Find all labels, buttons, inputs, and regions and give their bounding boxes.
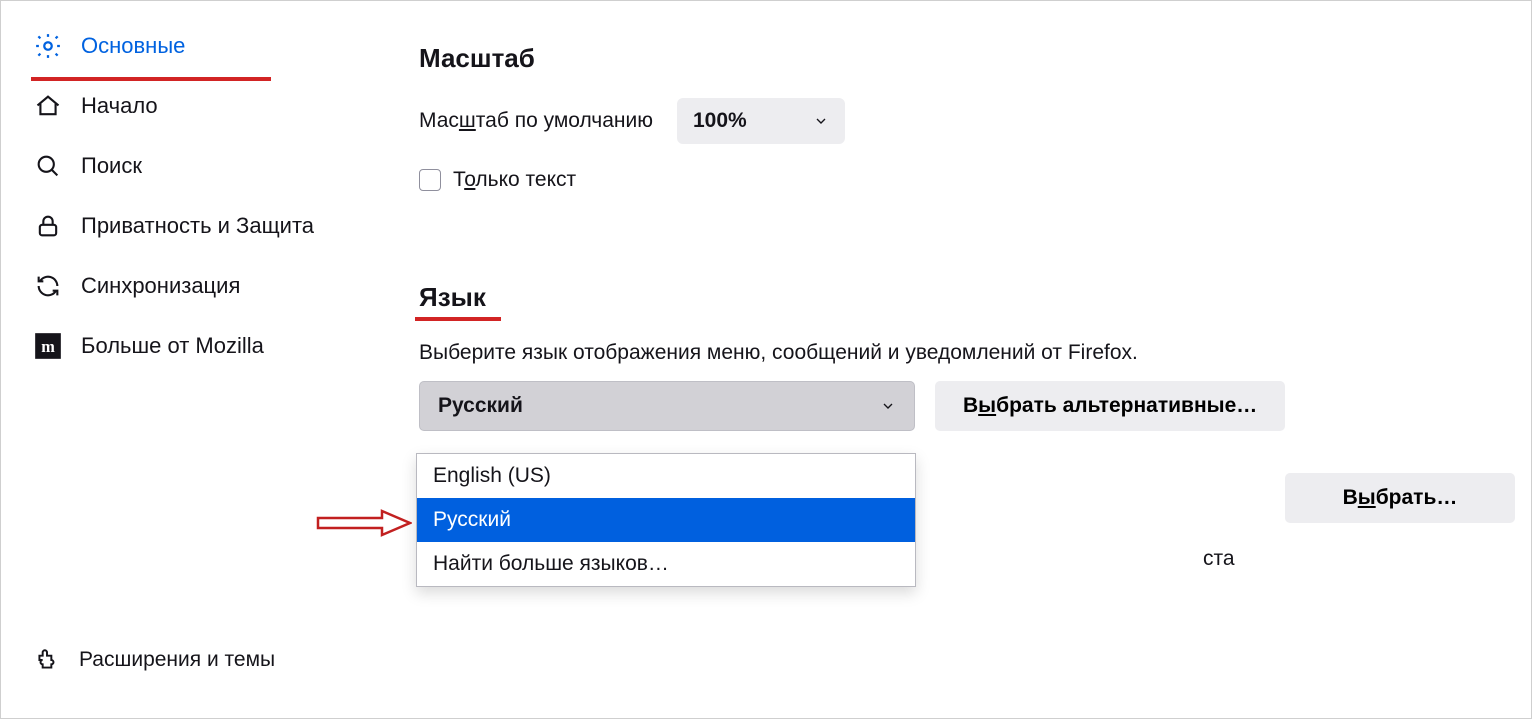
language-heading: Язык — [419, 282, 486, 313]
choose-alternatives-button[interactable]: Выбрать альтернативные… — [935, 381, 1285, 431]
sidebar-item-label: Синхронизация — [81, 273, 240, 299]
sidebar-item-search[interactable]: Поиск — [33, 151, 361, 181]
sidebar-footer-label: Расширения и темы — [79, 648, 275, 672]
search-icon — [33, 151, 63, 181]
language-option-english[interactable]: English (US) — [417, 454, 915, 498]
language-select-value: Русский — [438, 394, 523, 418]
sidebar-item-label: Приватность и Защита — [81, 212, 314, 241]
language-dropdown: English (US) Русский Найти больше языков… — [416, 453, 916, 587]
zoom-section: Масштаб Масштаб по умолчанию 100% Только… — [419, 43, 1511, 192]
sidebar-item-sync[interactable]: Синхронизация — [33, 271, 361, 301]
zoom-heading: Масштаб — [419, 43, 1511, 74]
sidebar-item-label: Начало — [81, 93, 158, 119]
mozilla-icon: m — [33, 331, 63, 361]
chevron-down-icon — [880, 398, 896, 414]
sidebar-item-label: Поиск — [81, 153, 142, 179]
zoom-select[interactable]: 100% — [677, 98, 845, 144]
svg-text:m: m — [41, 337, 55, 356]
sidebar-item-label: Основные — [81, 33, 185, 59]
sidebar: Основные Начало Поиск — [1, 1, 381, 718]
settings-nav: Основные Начало Поиск — [33, 31, 361, 361]
language-section: Язык Выберите язык отображения меню, соо… — [419, 282, 1511, 431]
annotation-underline — [415, 317, 501, 321]
sidebar-item-mozilla[interactable]: m Больше от Mozilla — [33, 331, 361, 361]
annotation-arrow-icon — [316, 508, 412, 538]
annotation-underline — [31, 77, 271, 81]
lock-icon — [33, 211, 63, 241]
language-option-russian[interactable]: Русский — [417, 498, 915, 542]
home-icon — [33, 91, 63, 121]
sidebar-item-label: Больше от Mozilla — [81, 333, 264, 359]
zoom-select-value: 100% — [693, 109, 747, 133]
language-description: Выберите язык отображения меню, сообщени… — [419, 341, 1511, 365]
zoom-default-label: Масштаб по умолчанию — [419, 109, 653, 133]
sidebar-item-home[interactable]: Начало — [33, 91, 361, 121]
choose-button[interactable]: Выбрать… — [1285, 473, 1515, 523]
chevron-down-icon — [813, 113, 829, 129]
text-only-label: Только текст — [453, 168, 576, 192]
sidebar-item-general[interactable]: Основные — [33, 31, 361, 61]
gear-icon — [33, 31, 63, 61]
sync-icon — [33, 271, 63, 301]
sidebar-item-extensions[interactable]: Расширения и темы — [33, 646, 361, 674]
text-only-checkbox[interactable] — [419, 169, 441, 191]
sidebar-item-privacy[interactable]: Приватность и Защита — [33, 211, 361, 241]
language-option-more[interactable]: Найти больше языков… — [417, 542, 915, 586]
partial-text: ста — [1203, 547, 1235, 571]
puzzle-icon — [33, 646, 61, 674]
language-select[interactable]: Русский — [419, 381, 915, 431]
main-panel: Масштаб Масштаб по умолчанию 100% Только… — [381, 1, 1531, 718]
sidebar-footer: Расширения и темы — [33, 646, 361, 708]
